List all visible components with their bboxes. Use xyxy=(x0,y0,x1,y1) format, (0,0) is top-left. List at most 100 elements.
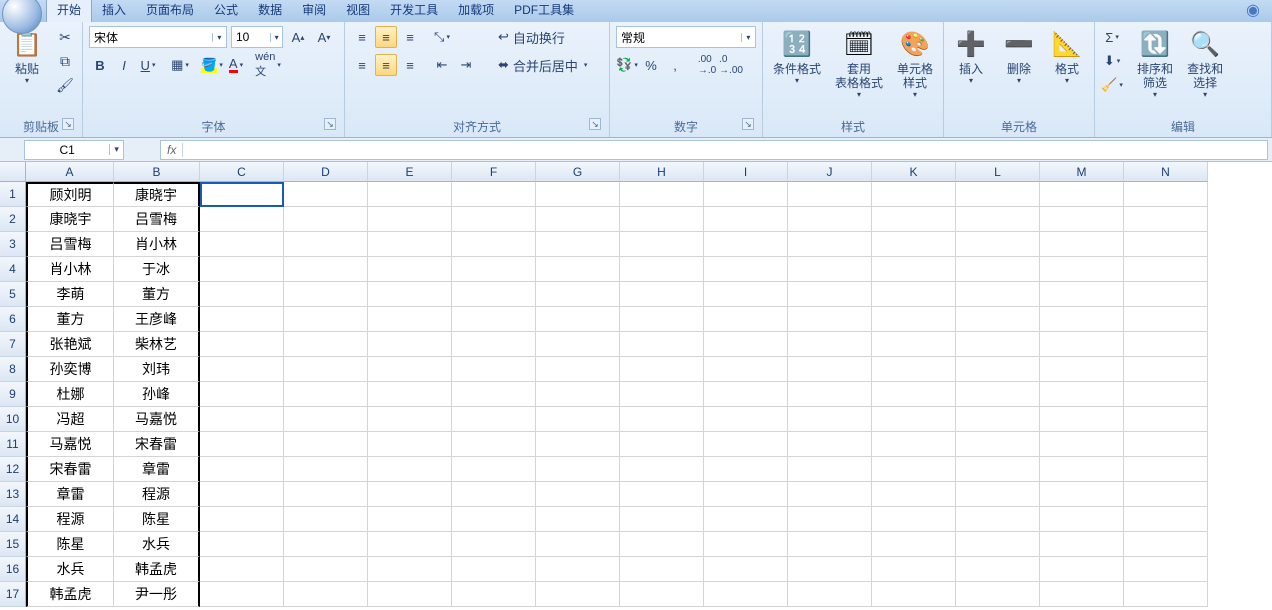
column-header-N[interactable]: N xyxy=(1124,162,1208,182)
cell-D8[interactable] xyxy=(284,357,368,382)
tab-视图[interactable]: 视图 xyxy=(336,0,380,22)
cell-styles-button[interactable]: 🎨单元格 样式▾ xyxy=(893,26,937,101)
cell-I13[interactable] xyxy=(704,482,788,507)
cell-G13[interactable] xyxy=(536,482,620,507)
select-all-corner[interactable] xyxy=(0,162,26,182)
column-header-B[interactable]: B xyxy=(114,162,200,182)
align-center-button[interactable]: ≡ xyxy=(375,54,397,76)
cell-K12[interactable] xyxy=(872,457,956,482)
cell-E14[interactable] xyxy=(368,507,452,532)
column-header-D[interactable]: D xyxy=(284,162,368,182)
cell-A15[interactable]: 陈星 xyxy=(26,532,114,557)
tab-页面布局[interactable]: 页面布局 xyxy=(136,0,204,22)
cell-K7[interactable] xyxy=(872,332,956,357)
cell-F17[interactable] xyxy=(452,582,536,607)
cell-E9[interactable] xyxy=(368,382,452,407)
cell-F1[interactable] xyxy=(452,182,536,207)
cell-G10[interactable] xyxy=(536,407,620,432)
cell-I9[interactable] xyxy=(704,382,788,407)
cell-B5[interactable]: 董方 xyxy=(114,282,200,307)
row-header-3[interactable]: 3 xyxy=(0,232,26,257)
cell-H2[interactable] xyxy=(620,207,704,232)
cell-B13[interactable]: 程源 xyxy=(114,482,200,507)
cell-H15[interactable] xyxy=(620,532,704,557)
row-header-4[interactable]: 4 xyxy=(0,257,26,282)
cell-G16[interactable] xyxy=(536,557,620,582)
dialog-launcher-icon[interactable]: ↘ xyxy=(589,118,601,130)
cell-K14[interactable] xyxy=(872,507,956,532)
cell-C8[interactable] xyxy=(200,357,284,382)
cell-M15[interactable] xyxy=(1040,532,1124,557)
cell-M2[interactable] xyxy=(1040,207,1124,232)
cell-C1[interactable] xyxy=(200,182,284,207)
find-select-button[interactable]: 🔍查找和 选择▾ xyxy=(1183,26,1227,101)
cell-N15[interactable] xyxy=(1124,532,1208,557)
cell-G2[interactable] xyxy=(536,207,620,232)
cell-E4[interactable] xyxy=(368,257,452,282)
cell-E17[interactable] xyxy=(368,582,452,607)
cell-A12[interactable]: 宋春雷 xyxy=(26,457,114,482)
cell-M9[interactable] xyxy=(1040,382,1124,407)
cell-C11[interactable] xyxy=(200,432,284,457)
cell-H4[interactable] xyxy=(620,257,704,282)
cell-G17[interactable] xyxy=(536,582,620,607)
shrink-font-button[interactable]: A▾ xyxy=(313,26,335,48)
dialog-launcher-icon[interactable]: ↘ xyxy=(62,118,74,130)
align-top-button[interactable]: ≡ xyxy=(351,26,373,48)
cell-F15[interactable] xyxy=(452,532,536,557)
percent-button[interactable]: % xyxy=(640,54,662,76)
cell-I2[interactable] xyxy=(704,207,788,232)
cell-D1[interactable] xyxy=(284,182,368,207)
cell-D15[interactable] xyxy=(284,532,368,557)
cell-J2[interactable] xyxy=(788,207,872,232)
formula-input[interactable] xyxy=(183,142,1267,157)
cell-K13[interactable] xyxy=(872,482,956,507)
cell-K17[interactable] xyxy=(872,582,956,607)
cell-B17[interactable]: 尹一彤 xyxy=(114,582,200,607)
cell-G1[interactable] xyxy=(536,182,620,207)
cell-A3[interactable]: 吕雪梅 xyxy=(26,232,114,257)
cell-M11[interactable] xyxy=(1040,432,1124,457)
cell-H11[interactable] xyxy=(620,432,704,457)
cell-K4[interactable] xyxy=(872,257,956,282)
cell-J15[interactable] xyxy=(788,532,872,557)
cell-M8[interactable] xyxy=(1040,357,1124,382)
cell-N12[interactable] xyxy=(1124,457,1208,482)
cell-G12[interactable] xyxy=(536,457,620,482)
cell-K10[interactable] xyxy=(872,407,956,432)
row-header-6[interactable]: 6 xyxy=(0,307,26,332)
cell-M4[interactable] xyxy=(1040,257,1124,282)
cell-K1[interactable] xyxy=(872,182,956,207)
cell-B12[interactable]: 章雷 xyxy=(114,457,200,482)
cell-M1[interactable] xyxy=(1040,182,1124,207)
cell-B9[interactable]: 孙峰 xyxy=(114,382,200,407)
cell-A10[interactable]: 冯超 xyxy=(26,407,114,432)
cell-K16[interactable] xyxy=(872,557,956,582)
tab-审阅[interactable]: 审阅 xyxy=(292,0,336,22)
cell-H13[interactable] xyxy=(620,482,704,507)
column-header-E[interactable]: E xyxy=(368,162,452,182)
cell-F4[interactable] xyxy=(452,257,536,282)
number-format-combo[interactable]: ▾ xyxy=(616,26,756,48)
cell-F10[interactable] xyxy=(452,407,536,432)
cell-L12[interactable] xyxy=(956,457,1040,482)
font-name-combo[interactable]: ▾ xyxy=(89,26,227,48)
row-header-7[interactable]: 7 xyxy=(0,332,26,357)
cell-I5[interactable] xyxy=(704,282,788,307)
cell-L13[interactable] xyxy=(956,482,1040,507)
cell-I10[interactable] xyxy=(704,407,788,432)
delete-cells-button[interactable]: ➖删除▾ xyxy=(998,26,1040,87)
grow-font-button[interactable]: A▴ xyxy=(287,26,309,48)
row-header-11[interactable]: 11 xyxy=(0,432,26,457)
cell-F6[interactable] xyxy=(452,307,536,332)
row-header-13[interactable]: 13 xyxy=(0,482,26,507)
cell-L1[interactable] xyxy=(956,182,1040,207)
cell-D10[interactable] xyxy=(284,407,368,432)
cell-H12[interactable] xyxy=(620,457,704,482)
cell-K2[interactable] xyxy=(872,207,956,232)
cell-E13[interactable] xyxy=(368,482,452,507)
cell-J16[interactable] xyxy=(788,557,872,582)
column-header-L[interactable]: L xyxy=(956,162,1040,182)
cell-B11[interactable]: 宋春雷 xyxy=(114,432,200,457)
cell-J6[interactable] xyxy=(788,307,872,332)
